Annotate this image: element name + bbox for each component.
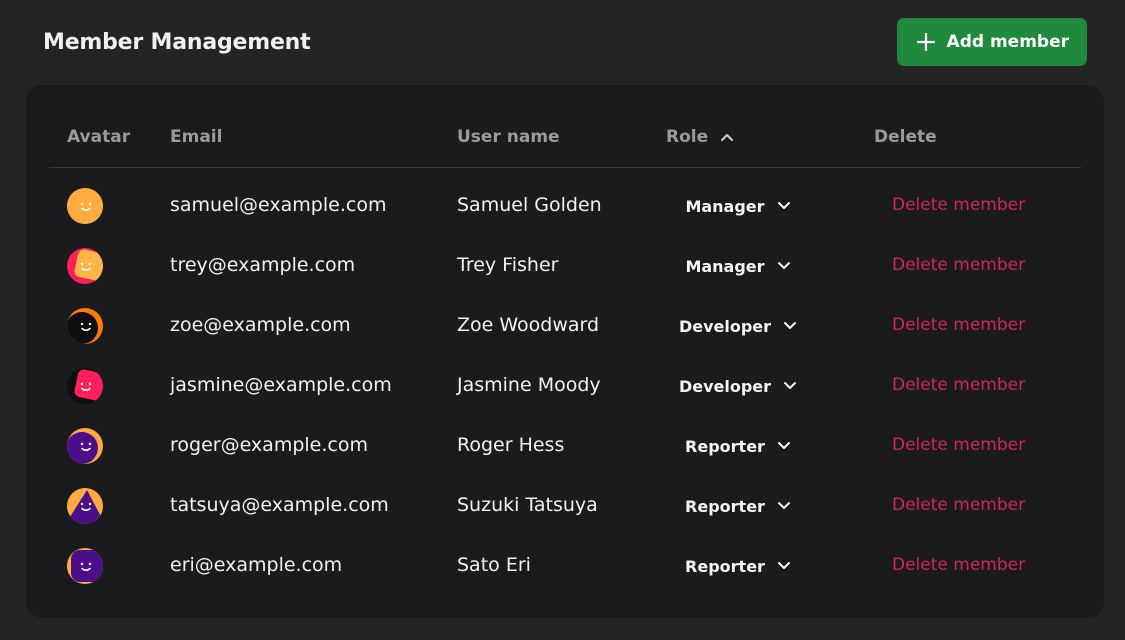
member-email: tatsuya@example.com: [170, 494, 389, 516]
role-select[interactable]: Manager: [679, 247, 797, 285]
delete-member-button[interactable]: Delete member: [892, 195, 1025, 215]
member-email: zoe@example.com: [170, 314, 351, 336]
page-title: Member Management: [43, 29, 311, 55]
page-header: Member Management Add member: [43, 18, 1087, 66]
chevron-down-icon: [777, 261, 791, 271]
role-select-value: Reporter: [685, 436, 765, 456]
role-select[interactable]: Reporter: [679, 487, 797, 525]
member-username: Roger Hess: [457, 434, 565, 456]
column-header-avatar: Avatar: [67, 127, 131, 147]
members-table-card: Avatar Email User name Role Delete samue…: [26, 85, 1104, 618]
delete-member-button[interactable]: Delete member: [892, 555, 1025, 575]
member-email: jasmine@example.com: [170, 374, 392, 396]
delete-member-button[interactable]: Delete member: [892, 375, 1025, 395]
column-header-delete: Delete: [874, 127, 937, 147]
member-username: Sato Eri: [457, 554, 531, 576]
table-row: tatsuya@example.com Suzuki Tatsuya Reporte…: [49, 477, 1081, 537]
member-username: Samuel Golden: [457, 194, 602, 216]
role-select-value: Manager: [685, 196, 765, 216]
delete-member-button[interactable]: Delete member: [892, 495, 1025, 515]
role-select-value: Reporter: [685, 496, 765, 516]
table-header: Avatar Email User name Role Delete: [49, 113, 1081, 168]
delete-member-button[interactable]: Delete member: [892, 315, 1025, 335]
avatar: [67, 548, 103, 584]
table-row: roger@example.com Roger Hess Reporter Delet…: [49, 417, 1081, 477]
chevron-down-icon: [777, 201, 791, 211]
table-row: jasmine@example.com Jasmine Moody Develope…: [49, 357, 1081, 417]
role-select[interactable]: Manager: [679, 187, 797, 225]
chevron-down-icon: [777, 561, 791, 571]
delete-member-button[interactable]: Delete member: [892, 435, 1025, 455]
avatar: [67, 188, 103, 224]
chevron-down-icon: [777, 441, 791, 451]
role-select-value: Manager: [685, 256, 765, 276]
avatar: [67, 488, 103, 524]
role-select[interactable]: Developer: [679, 307, 797, 345]
table-row: eri@example.com Sato Eri Reporter Delete me…: [49, 537, 1081, 597]
role-select-value: Developer: [678, 316, 772, 336]
avatar: [67, 248, 103, 284]
role-select-value: Reporter: [685, 556, 765, 576]
column-header-username: User name: [457, 127, 560, 147]
table-row: trey@example.com Trey Fisher Manager Delete…: [49, 237, 1081, 297]
member-management-page: Member Management Add member Avatar Emai…: [0, 0, 1125, 640]
delete-member-button[interactable]: Delete member: [892, 255, 1025, 275]
member-email: roger@example.com: [170, 434, 368, 456]
column-header-role-label: Role: [666, 127, 709, 147]
member-username: Trey Fisher: [457, 254, 559, 276]
member-email: trey@example.com: [170, 254, 356, 276]
table-row: zoe@example.com Zoe Woodward Developer Dele…: [49, 297, 1081, 357]
avatar: [67, 308, 103, 344]
member-username: Zoe Woodward: [457, 314, 600, 336]
chevron-up-icon: [720, 127, 734, 147]
member-username: Jasmine Moody: [457, 374, 601, 396]
chevron-down-icon: [777, 501, 791, 511]
role-select[interactable]: Developer: [679, 367, 797, 405]
avatar: [67, 368, 103, 404]
chevron-down-icon: [783, 381, 797, 391]
column-header-role[interactable]: Role: [666, 127, 734, 147]
role-select[interactable]: Reporter: [679, 427, 797, 465]
member-username: Suzuki Tatsuya: [457, 494, 598, 516]
chevron-down-icon: [783, 321, 797, 331]
add-member-label: Add member: [946, 32, 1069, 52]
member-email: eri@example.com: [170, 554, 343, 576]
table-body: samuel@example.com Samuel Golden Manager De…: [49, 177, 1081, 597]
add-member-button[interactable]: Add member: [896, 18, 1087, 66]
member-email: samuel@example.com: [170, 194, 387, 216]
column-header-email: Email: [170, 127, 223, 147]
plus-icon: [916, 32, 935, 52]
role-select[interactable]: Reporter: [679, 547, 797, 585]
avatar: [67, 428, 103, 464]
table-row: samuel@example.com Samuel Golden Manager De…: [49, 177, 1081, 237]
role-select-value: Developer: [678, 376, 772, 396]
